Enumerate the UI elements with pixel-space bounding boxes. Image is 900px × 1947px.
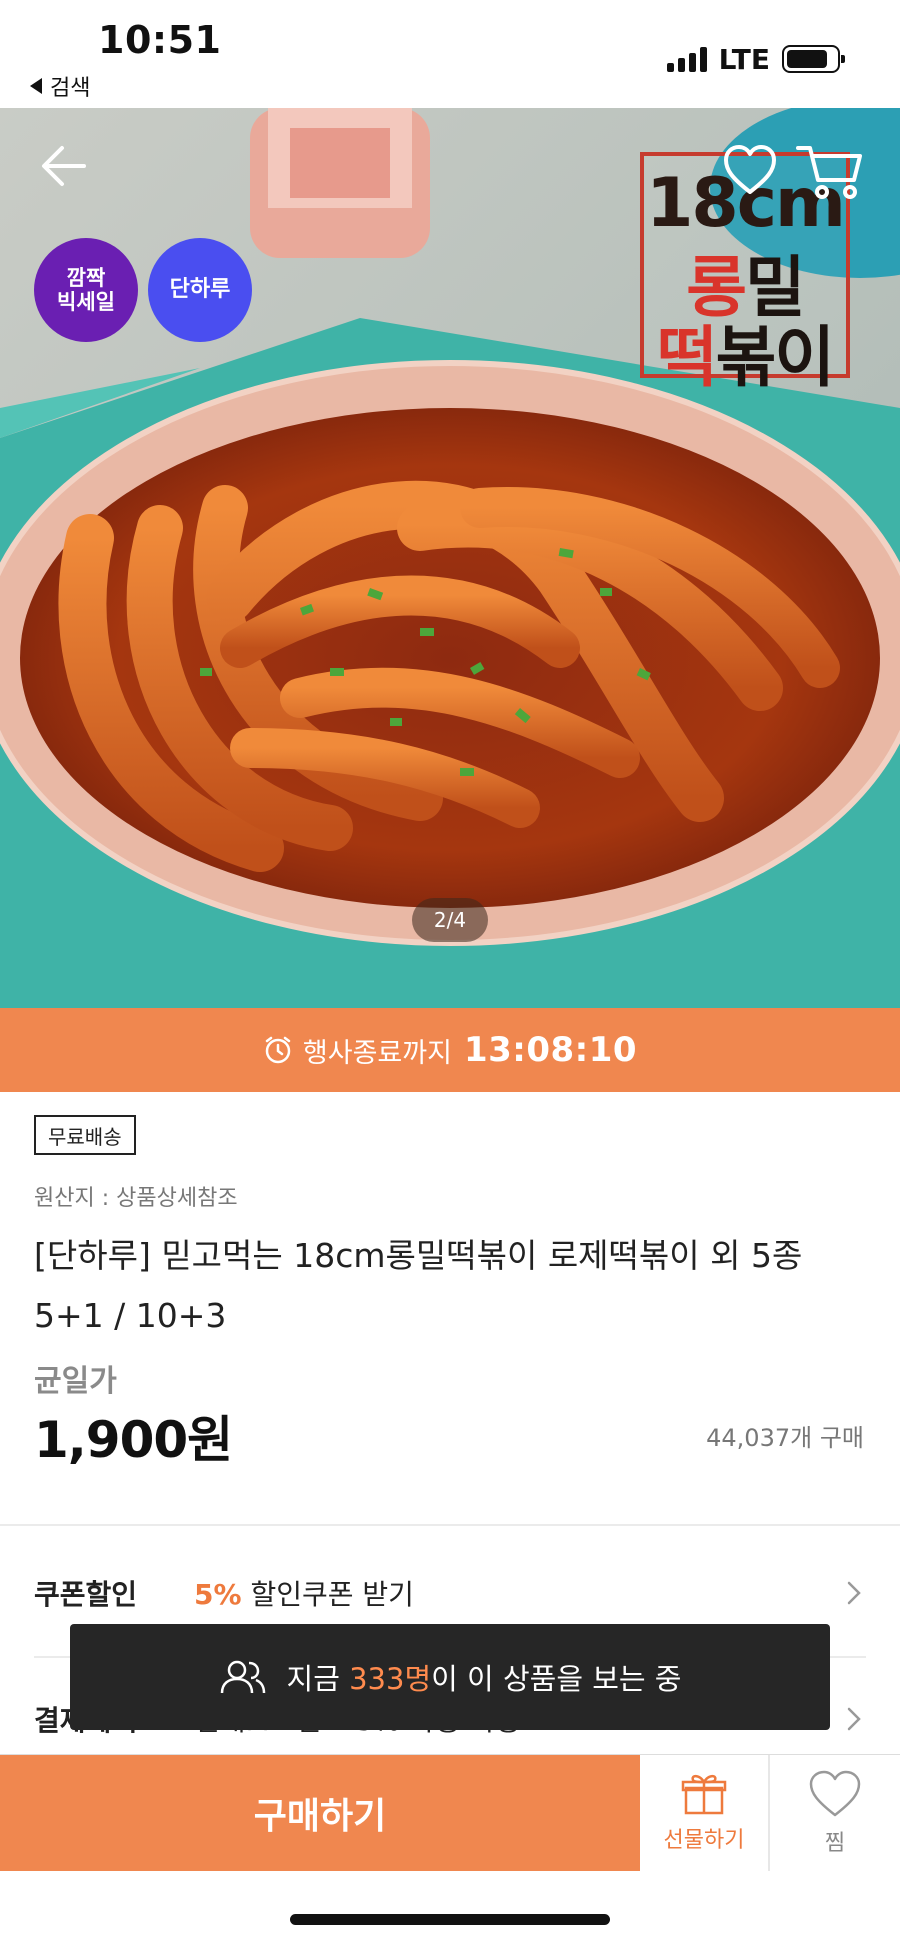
sale-countdown-banner: 행사종료까지 13:08:10: [0, 1008, 900, 1092]
chevron-right-icon: [847, 1707, 861, 1731]
back-triangle-icon: [30, 78, 42, 94]
network-label: LTE: [718, 42, 770, 76]
wish-label: 찜: [824, 1831, 846, 1856]
coupon-percent: 5%: [194, 1578, 242, 1611]
one-day-badge: 단하루: [148, 238, 252, 342]
countdown-time: 13:08:10: [463, 1030, 638, 1070]
back-arrow-icon[interactable]: [36, 138, 92, 194]
coupon-value: 5% 할인쿠폰 받기: [194, 1573, 414, 1613]
home-indicator: [290, 1914, 610, 1925]
people-icon: [220, 1660, 265, 1694]
product-title: [단하루] 믿고먹는 18cm롱밀떡볶이 로제떡볶이 외 5종 5+1 / 10…: [34, 1236, 803, 1335]
origin-info: 원산지 : 상품상세참조: [34, 1186, 238, 1211]
bottom-action-bar: 구매하기 선물하기 찜: [0, 1754, 900, 1871]
status-back-label: 검색: [50, 76, 91, 101]
status-back-link[interactable]: 검색: [30, 70, 90, 102]
product-image-carousel[interactable]: 18cm 롱밀 떡볶이 깜짝 빅세일 단하루 2/4: [0, 108, 900, 1008]
signal-icon: [666, 46, 707, 72]
gift-icon: [681, 1774, 727, 1815]
price-label: 균일가: [34, 1364, 117, 1399]
battery-icon: [782, 45, 845, 73]
countdown-label: 행사종료까지: [302, 1037, 452, 1069]
viewers-toast: 지금 333명 이 이 상품을 보는 중: [70, 1624, 830, 1730]
heart-outline-icon: [809, 1770, 861, 1817]
status-time: 10:51: [98, 18, 222, 62]
section-divider: [0, 1524, 900, 1526]
coupon-label: 쿠폰할인: [34, 1578, 138, 1611]
chevron-right-icon: [847, 1581, 861, 1605]
toast-suffix: 이 이 상품을 보는 중: [431, 1662, 682, 1696]
toast-count: 333명: [349, 1662, 432, 1696]
heart-icon[interactable]: [722, 144, 778, 196]
product-price: 1,900원: [34, 1411, 233, 1469]
cart-icon[interactable]: [796, 142, 866, 202]
wishlist-button[interactable]: 찜: [770, 1755, 900, 1871]
gift-label: 선물하기: [663, 1828, 745, 1853]
alarm-clock-icon: [265, 1036, 291, 1064]
gift-button[interactable]: 선물하기: [640, 1755, 770, 1871]
coupon-text: 할인쿠폰 받기: [250, 1578, 414, 1611]
sign-line-3: 떡볶이: [656, 319, 835, 396]
toast-prefix: 지금: [286, 1662, 340, 1696]
status-bar: 10:51 검색 LTE: [0, 0, 900, 108]
sold-count: 44,037개 구매: [706, 1424, 864, 1452]
image-page-indicator: 2/4: [412, 898, 488, 942]
buy-button[interactable]: 구매하기: [0, 1755, 640, 1871]
flash-sale-badge: 깜짝 빅세일: [34, 238, 138, 342]
free-shipping-tag: 무료배송: [34, 1115, 136, 1155]
status-indicators: LTE: [666, 42, 845, 76]
